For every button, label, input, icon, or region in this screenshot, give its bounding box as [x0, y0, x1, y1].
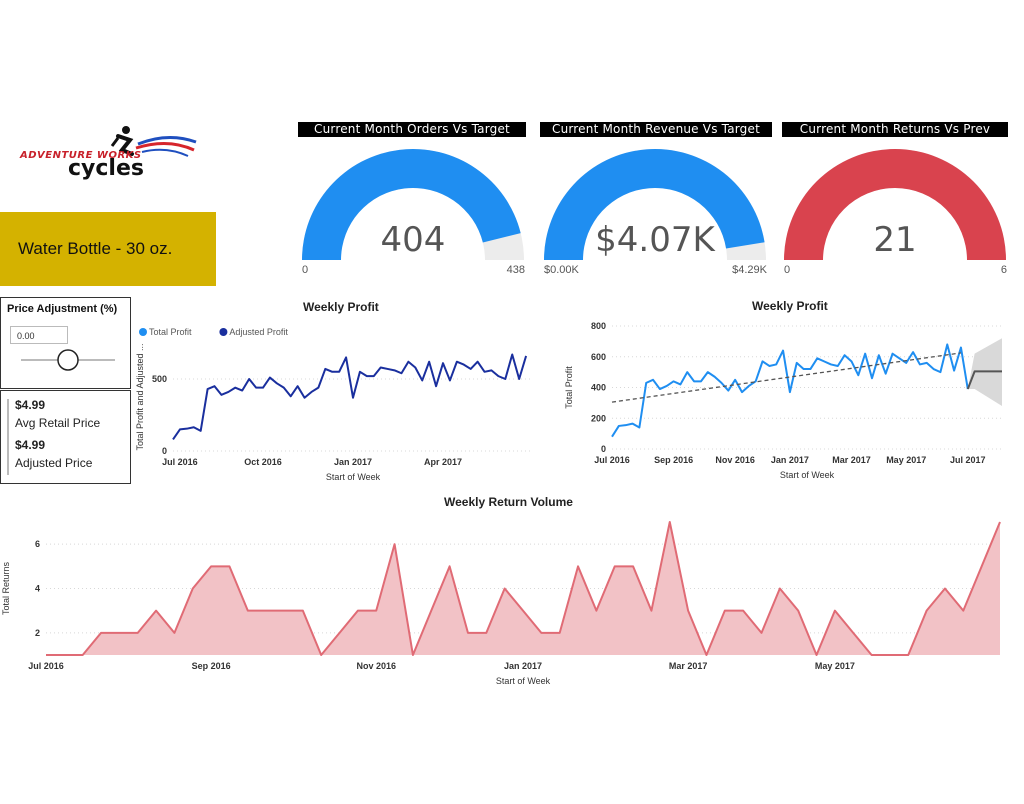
gauge-min-label-2: $0.00K	[544, 264, 579, 276]
x-tick-label: Jul 2016	[28, 661, 64, 671]
adjusted-price-value: $4.99	[15, 438, 46, 452]
x-tick-label: Nov 2016	[356, 661, 396, 671]
chart3-title: Weekly Return Volume	[444, 495, 573, 509]
gauge-value-2: $4.07K	[595, 220, 715, 260]
x-tick-label: Jan 2017	[504, 661, 542, 671]
company-logo: ADVENTURE WORKS cycles	[18, 124, 198, 181]
avg-retail-price-label: Avg Retail Price	[15, 416, 101, 430]
legend-marker	[139, 328, 147, 336]
x-tick-label: Nov 2016	[715, 455, 755, 465]
gauge-max-label-3: 6	[1000, 264, 1007, 276]
card-accent-bar	[7, 399, 9, 475]
weekly-profit-adjusted-chart[interactable]: Total Profit Adjusted Profit 0 500 Jul 2016 O…	[133, 318, 543, 488]
x-tick-label: Apr 2017	[424, 457, 462, 467]
avg-retail-price-value: $4.99	[15, 398, 46, 412]
gauge-min-label-1: 0	[302, 264, 309, 276]
y-tick-label: 6	[35, 539, 40, 549]
x-tick-label: Sep 2016	[654, 455, 693, 465]
x-axis-title: Start of Week	[326, 472, 381, 482]
x-tick-label: Jul 2016	[162, 457, 198, 467]
x-tick-label: May 2017	[886, 455, 926, 465]
y-tick-label: 4	[35, 584, 40, 594]
y-tick-label: 600	[591, 352, 606, 362]
chart2-title: Weekly Profit	[752, 299, 828, 313]
gauge-min-label-3: 0	[784, 264, 791, 276]
x-tick-label: Jan 2017	[334, 457, 372, 467]
gauge-max-label-2: $4.29K	[732, 264, 767, 276]
product-title: Water Bottle - 30 oz.	[18, 239, 173, 258]
y-axis-title: Total Profit and Adjusted ...	[135, 343, 145, 450]
y-axis-title: Total Returns	[1, 561, 11, 615]
product-title-box: Water Bottle - 30 oz.	[0, 212, 216, 286]
adjusted-price-label: Adjusted Price	[15, 456, 93, 470]
price-card: $4.99 Avg Retail Price $4.99 Adjusted Pr…	[0, 390, 131, 484]
price-adjustment-input[interactable]: 0.00	[10, 326, 68, 344]
legend-marker	[219, 328, 228, 336]
x-tick-label: Sep 2016	[192, 661, 231, 671]
slider-thumb[interactable]	[57, 349, 79, 371]
y-tick-label: 500	[152, 374, 167, 384]
x-tick-label: Mar 2017	[832, 455, 871, 465]
gauge-max-label-1: 438	[506, 264, 525, 276]
x-tick-label: Mar 2017	[669, 661, 708, 671]
series-line-total-profit	[611, 343, 969, 438]
x-tick-label: Jul 2016	[594, 455, 630, 465]
series-line-adjusted-profit	[172, 353, 528, 441]
y-tick-label: 0	[601, 444, 606, 454]
weekly-profit-forecast-chart[interactable]: 0 200 400 600 800 Jul 2016 Sep 2016 Nov 2016 Jan…	[562, 316, 1018, 488]
price-slider[interactable]	[21, 346, 115, 374]
x-tick-label: Jul 2017	[950, 455, 986, 465]
gauge-value-3: 21	[873, 220, 917, 260]
x-tick-label: Jan 2017	[771, 455, 809, 465]
x-axis-title: Start of Week	[780, 470, 835, 480]
slicer-title: Price Adjustment (%)	[7, 303, 118, 315]
x-tick-label: Oct 2016	[244, 457, 282, 467]
gauge-value-1: 404	[380, 220, 446, 260]
y-tick-label: 2	[35, 628, 40, 638]
logo-line2: cycles	[68, 156, 144, 181]
chart1-title: Weekly Profit	[303, 300, 379, 314]
weekly-return-volume-chart[interactable]: 2 4 6 Jul 2016 Sep 2016 Nov 2016 Jan 2017 Mar 2…	[0, 515, 1010, 690]
y-tick-label: 0	[162, 446, 167, 456]
legend-label: Adjusted Profit	[229, 327, 288, 337]
x-tick-label: May 2017	[815, 661, 855, 671]
legend-label: Total Profit	[149, 327, 192, 337]
y-tick-label: 400	[591, 383, 606, 393]
y-tick-label: 200	[591, 413, 606, 423]
y-axis-title: Total Profit	[564, 366, 574, 409]
y-tick-label: 800	[591, 321, 606, 331]
x-axis-title: Start of Week	[496, 676, 551, 686]
